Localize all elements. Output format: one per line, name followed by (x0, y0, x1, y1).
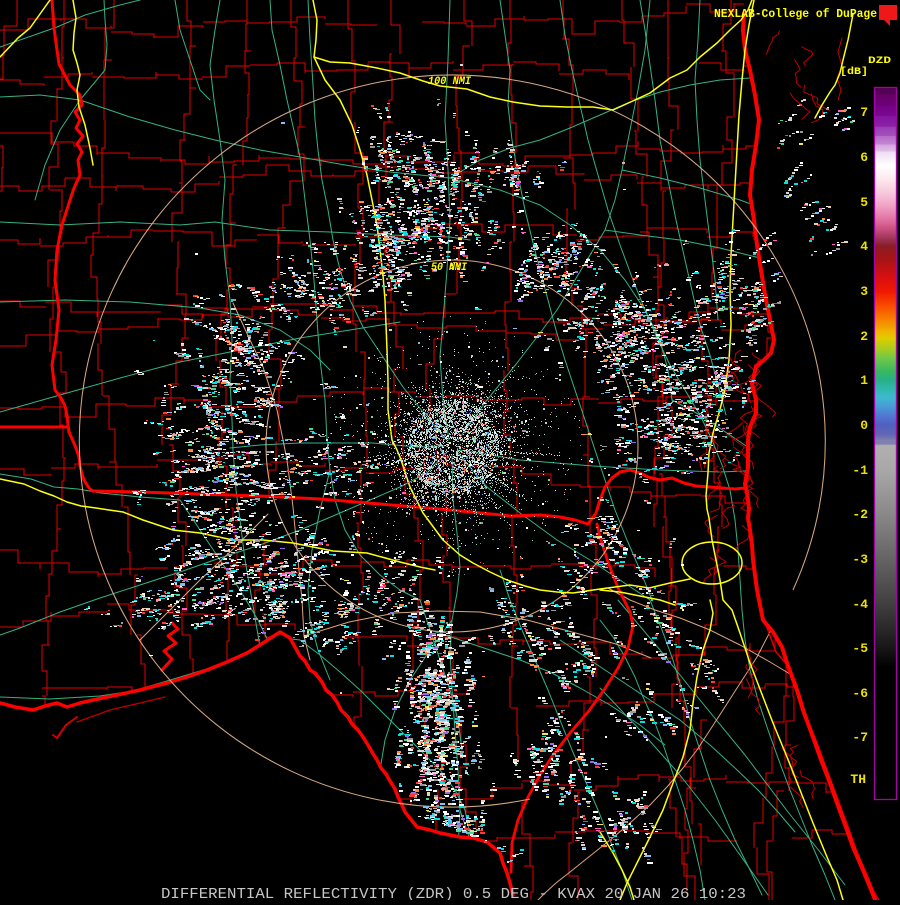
svg-text:4: 4 (860, 239, 868, 254)
svg-text:50 NMI: 50 NMI (431, 262, 467, 274)
svg-text:0: 0 (860, 418, 868, 433)
svg-text:-7: -7 (852, 730, 868, 745)
svg-text:NEXLAB-College of DuPage: NEXLAB-College of DuPage (714, 7, 877, 21)
svg-text:6: 6 (860, 150, 868, 165)
svg-text:-2: -2 (852, 507, 868, 522)
svg-text:-4: -4 (852, 597, 868, 612)
svg-text:[dB]: [dB] (840, 66, 868, 78)
svg-text:3: 3 (860, 284, 868, 299)
svg-text:2: 2 (860, 329, 868, 344)
svg-text:-3: -3 (852, 552, 868, 567)
svg-text:7: 7 (860, 105, 868, 120)
svg-text:-5: -5 (852, 641, 868, 656)
svg-text:-1: -1 (852, 463, 868, 478)
svg-text:5: 5 (860, 195, 868, 210)
svg-text:DZD: DZD (868, 55, 891, 67)
svg-text:-6: -6 (852, 686, 868, 701)
svg-text:100 NMI: 100 NMI (428, 76, 471, 88)
svg-text:DIFFERENTIAL REFLECTIVITY (ZDR: DIFFERENTIAL REFLECTIVITY (ZDR) 0.5 DEG … (161, 886, 746, 900)
svg-text:TH: TH (850, 772, 866, 787)
svg-text:1: 1 (860, 373, 868, 388)
